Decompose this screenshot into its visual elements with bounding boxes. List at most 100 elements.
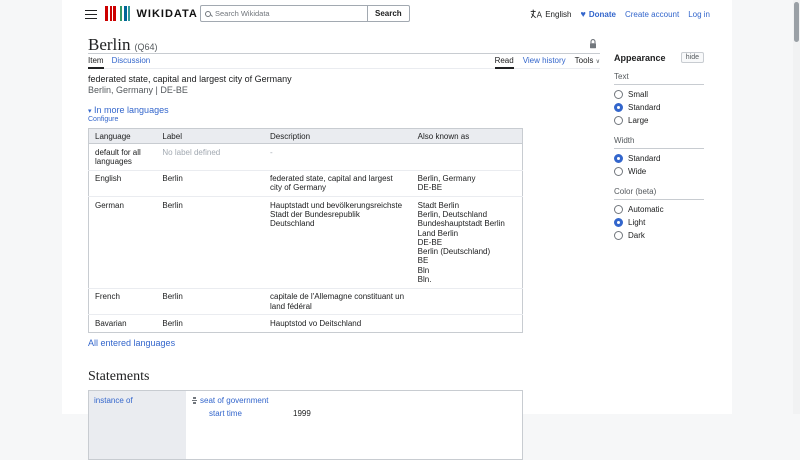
cell-description[interactable]: federated state, capital and largest cit… (264, 170, 412, 198)
cell-also-known-as[interactable] (411, 288, 523, 316)
qualifier-value: 1999 (293, 408, 311, 418)
qualifier-property-link[interactable]: start time (209, 409, 293, 418)
radio-button[interactable] (614, 116, 623, 125)
radio-button-selected[interactable] (614, 154, 623, 163)
page-title: Berlin (88, 35, 131, 54)
cell-description[interactable]: Hauptstadt und bevölkerungsreichste Stad… (264, 196, 412, 289)
scrollbar-thumb[interactable] (794, 2, 799, 42)
radio-option-wide[interactable]: Wide (614, 165, 704, 178)
login-link[interactable]: Log in (688, 10, 710, 19)
top-header: WIKIDATA Search A English ♥ Donate Creat… (62, 0, 732, 28)
search-button[interactable]: Search (367, 5, 410, 22)
radio-group-text: Small Standard Large (614, 88, 704, 127)
statements-heading: Statements (88, 368, 150, 384)
radio-button-selected[interactable] (614, 218, 623, 227)
cell-label[interactable]: Berlin (156, 315, 264, 332)
rank-selector-icon[interactable] (192, 397, 197, 404)
property-link[interactable]: instance of (94, 396, 133, 405)
configure-link[interactable]: Configure (88, 116, 600, 123)
cell-label[interactable]: Berlin (156, 288, 264, 316)
radio-option-standard[interactable]: Standard (614, 152, 704, 165)
radio-button-selected[interactable] (614, 103, 623, 112)
triangle-down-icon: ▾ (88, 108, 92, 115)
search-box[interactable] (200, 5, 368, 22)
appearance-sidebar: Appearance hide Text Small Standard Large Wi… (614, 52, 704, 242)
search-icon (205, 10, 211, 17)
value-link[interactable]: seat of government (200, 396, 268, 405)
language-selector[interactable]: A English (530, 9, 571, 19)
cell-description[interactable]: - (264, 143, 412, 171)
appearance-hide-button[interactable]: hide (680, 52, 704, 63)
header-user-links: A English ♥ Donate Create account Log in (530, 0, 710, 28)
create-account-link[interactable]: Create account (625, 10, 679, 19)
appearance-section-label-width: Width (614, 136, 704, 149)
page-panel: WIKIDATA Search A English ♥ Donate Creat… (62, 0, 732, 460)
tab-discussion[interactable]: Discussion (112, 56, 151, 69)
entity-id: (Q64) (134, 42, 158, 52)
main-menu-icon[interactable] (85, 10, 97, 19)
radio-label: Small (628, 90, 649, 99)
radio-button[interactable] (614, 167, 623, 176)
radio-button[interactable] (614, 231, 623, 240)
appearance-section-label-color-beta: Color (beta) (614, 187, 704, 200)
view-read[interactable]: Read (494, 56, 514, 69)
protection-lock-icon (588, 38, 598, 52)
language-table-body: default for all languages No label define… (88, 143, 523, 333)
cell-label[interactable]: Berlin (156, 170, 264, 198)
wikidata-logo[interactable]: WIKIDATA (105, 6, 198, 21)
column-header-description: Description (264, 128, 412, 144)
appearance-sections: Text Small Standard Large Width Standard Wide C… (614, 72, 704, 242)
radio-group-width: Standard Wide (614, 152, 704, 178)
cell-description[interactable]: capitale de l'Allemagne constituant un l… (264, 288, 412, 316)
more-languages-toggle[interactable]: ▾ In more languages (88, 105, 169, 115)
radio-label: Dark (628, 231, 645, 240)
cell-label[interactable]: Berlin (156, 196, 264, 289)
statements-list: instance of seat of government start time 1… (88, 389, 600, 460)
radio-label: Standard (628, 103, 661, 112)
cell-language: German (88, 196, 157, 289)
cell-also-known-as[interactable] (411, 143, 523, 171)
appearance-heading: Appearance (614, 52, 666, 63)
radio-button[interactable] (614, 90, 623, 99)
radio-label: Standard (628, 154, 661, 163)
radio-option-small[interactable]: Small (614, 88, 704, 101)
statement: instance of seat of government start time 1… (88, 389, 523, 460)
cell-description[interactable]: Hauptstod vo Deitschland (264, 315, 412, 332)
tools-menu[interactable]: Tools ∨ (575, 56, 600, 69)
cell-language: English (88, 170, 157, 198)
statement-property: instance of (89, 390, 186, 459)
wikidata-logo-text: WIKIDATA (136, 7, 198, 20)
search-bar: Search (200, 5, 410, 22)
table-row: English Berlin federated state, capital an… (88, 170, 523, 198)
title-row: Berlin (Q64) (88, 35, 600, 54)
radio-option-standard[interactable]: Standard (614, 101, 704, 114)
view-history[interactable]: View history (523, 56, 566, 69)
radio-button[interactable] (614, 205, 623, 214)
column-header-language: Language (88, 128, 157, 144)
cell-also-known-as[interactable] (412, 315, 523, 332)
language-label: English (545, 9, 572, 19)
radio-option-dark[interactable]: Dark (614, 229, 704, 242)
cell-also-known-as[interactable]: Stadt Berlin Berlin, Deutschland Bundesh… (411, 196, 523, 289)
column-header-label: Label (156, 128, 264, 144)
all-entered-languages-link[interactable]: All entered languages (88, 338, 175, 348)
cell-language: Bavarian (95, 318, 127, 328)
column-header-also-known-as: Also known as (411, 128, 523, 144)
entity-description: federated state, capital and largest cit… (88, 74, 292, 84)
radio-group-color-beta: Automatic Light Dark (614, 203, 704, 242)
radio-option-automatic[interactable]: Automatic (614, 203, 704, 216)
tabs-bar: Item Discussion Read View history Tools … (88, 54, 600, 69)
qualifier-row: start time 1999 (209, 409, 522, 418)
language-table: Language Label Description Also known as de… (88, 128, 523, 333)
radio-option-large[interactable]: Large (614, 114, 704, 127)
table-row: Bavarian Berlin Hauptstod vo Deitschland (89, 315, 523, 332)
search-input[interactable] (215, 9, 363, 18)
svg-text:A: A (537, 11, 542, 19)
donate-link[interactable]: ♥ Donate (580, 9, 615, 19)
page-scrollbar[interactable] (793, 0, 800, 414)
radio-option-light[interactable]: Light (614, 216, 704, 229)
tab-item[interactable]: Item (88, 56, 104, 69)
cell-also-known-as[interactable]: Berlin, Germany DE-BE (411, 170, 523, 198)
table-row: German Berlin Hauptstadt und bevölkerungsr… (88, 196, 523, 289)
cell-label[interactable]: No label defined (156, 143, 264, 171)
